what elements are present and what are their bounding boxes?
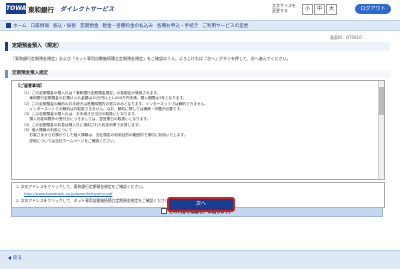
bank-logo[interactable]: TOWA	[6, 3, 26, 14]
scroll-thumb[interactable]	[379, 87, 384, 115]
screen-id: 画面ID：BT0010	[330, 35, 362, 40]
font-size-medium-button[interactable]: 中	[314, 4, 325, 15]
font-size-small-button[interactable]: 小	[302, 4, 313, 15]
terms-scrollbar[interactable]	[378, 81, 384, 179]
bank-name: 東和銀行	[28, 6, 54, 14]
back-arrow-icon	[8, 255, 11, 260]
nav-item-time-deposit[interactable]: 定期預金	[80, 23, 98, 29]
font-size-label: 文字サイズを 変更する	[272, 3, 296, 13]
intro-text: 「東和銀行定期預金規定」および「ネット専用自動継続積立定期預金規定」をご確認のう…	[11, 56, 291, 61]
footer-bar: 戻る	[0, 250, 400, 269]
back-button[interactable]: 戻る	[8, 255, 22, 261]
nav-item-tax-payment[interactable]: 税金・各種料金の払込み	[102, 23, 153, 29]
terms-link-1[interactable]: http://www.towabank.co.jp/open/teikiyoki…	[12, 190, 384, 197]
header: TOWA 東和銀行 ダイレクトサービス 文字サイズを 変更する 小 中 大 ログ…	[0, 0, 400, 20]
home-icon	[6, 23, 11, 28]
logout-button[interactable]: ログアウト	[355, 4, 391, 14]
page-title: 定期預金預入（規定）	[5, 42, 390, 51]
next-button[interactable]: 次へ	[167, 197, 235, 212]
nav-item-account-info[interactable]: 口座情報	[31, 23, 49, 29]
note-line: 1. 次のアドレスをクリックして、東和銀行定期預金規定をご確認ください。	[16, 184, 146, 189]
terms-scroll-box[interactable]: 【ご留意事項】 （1）この定期預金の預入れは「東和銀行定期預金規定」の各規定が適…	[11, 80, 385, 180]
global-nav: ホーム 口座情報 振込・振替 定期預金 税金・各種料金の払込み 各種お申込・手続…	[0, 20, 400, 31]
nav-item-service-change[interactable]: ご利用サービスの変更	[202, 23, 248, 29]
nav-item-home[interactable]: ホーム	[13, 23, 27, 29]
back-label: 戻る	[13, 256, 22, 261]
terms-heading: 【ご留意事項】	[16, 83, 44, 88]
service-name: ダイレクトサービス	[60, 6, 115, 13]
nav-item-applications[interactable]: 各種お申込・手続き	[157, 23, 198, 29]
terms-line: 詳細については当社ホームページをご確認ください。	[22, 138, 118, 143]
section-title: 定期預金預入規定	[5, 70, 390, 78]
font-size-large-button[interactable]: 大	[326, 4, 337, 15]
main-content: 定期預金預入（規定） 「東和銀行定期預金規定」および「ネット専用自動継続積立定期…	[5, 42, 390, 248]
nav-item-transfer[interactable]: 振込・振替	[53, 23, 76, 29]
